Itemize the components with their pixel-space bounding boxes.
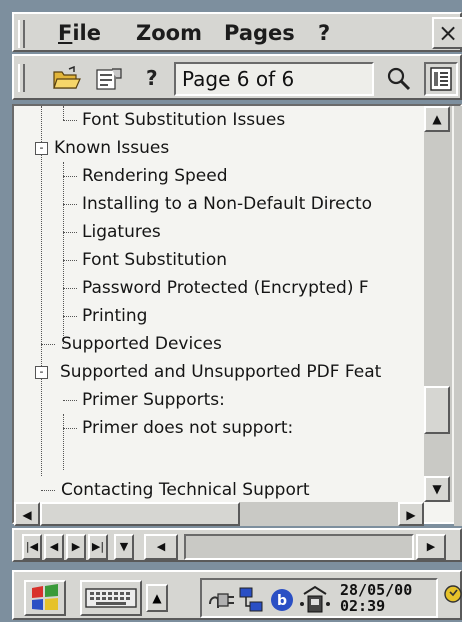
clock[interactable]: 28/05/00 02:39 — [340, 582, 412, 614]
tree-connector — [63, 106, 64, 120]
horizontal-scroll-thumb[interactable] — [40, 502, 240, 526]
clock-date: 28/05/00 — [340, 581, 413, 599]
menu-file[interactable]: File — [54, 21, 105, 45]
last-page-icon: ▶| — [91, 540, 105, 553]
toolbar-grip[interactable] — [18, 64, 25, 92]
open-button[interactable] — [52, 65, 82, 92]
first-page-icon: |◀ — [25, 540, 39, 553]
arrow-right-icon: ▶ — [426, 540, 436, 553]
tree-item-primer-not-support[interactable]: Primer does not support: — [63, 414, 293, 442]
page-menu-dropdown[interactable]: ▼ — [114, 534, 134, 560]
keyboard-icon — [85, 588, 137, 608]
menu-pages[interactable]: Pages — [220, 21, 299, 45]
outline-view-button[interactable] — [424, 62, 458, 96]
tree-item-primer-supports[interactable]: Primer Supports: — [63, 386, 225, 414]
next-page-icon: ▶ — [71, 540, 81, 553]
desktop-shortcut-icon — [444, 585, 462, 603]
bluetooth-icon[interactable]: b — [270, 588, 294, 612]
collapse-icon[interactable]: - — [35, 366, 48, 379]
arrow-up-icon: ▲ — [432, 112, 442, 126]
collapse-icon[interactable]: - — [35, 142, 48, 155]
arrow-up-icon: ▲ — [152, 591, 162, 605]
toolbar: ? Page 6 of 6 — [12, 54, 462, 100]
close-button[interactable]: × — [432, 17, 462, 49]
last-page-button[interactable]: ▶| — [88, 534, 108, 560]
windows-flag-icon — [32, 584, 58, 610]
system-tray: b 28/05/00 02:39 — [200, 578, 438, 618]
first-page-button[interactable]: |◀ — [22, 534, 42, 560]
bookmarks-tree[interactable]: Font Substitution Issues - Known Issues … — [14, 106, 424, 502]
scroll-up-button[interactable]: ▲ — [424, 106, 450, 132]
tray-overflow-button[interactable] — [442, 578, 462, 618]
power-plug-icon[interactable] — [206, 586, 236, 614]
input-panel-menu-button[interactable]: ▲ — [146, 584, 168, 612]
tree-item-password-protected[interactable]: Password Protected (Encrypted) F — [63, 274, 369, 302]
tree-item-font-substitution[interactable]: Font Substitution — [63, 246, 227, 274]
page-status-field[interactable]: Page 6 of 6 — [174, 62, 374, 96]
close-icon: × — [437, 19, 459, 47]
vertical-scrollbar[interactable]: ▲ ▼ — [424, 106, 452, 502]
scroll-left-button[interactable]: ◀ — [14, 502, 40, 526]
tree-item-supported-devices[interactable]: Supported Devices — [41, 330, 222, 358]
arrow-right-icon: ▶ — [406, 508, 416, 522]
clock-time: 02:39 — [340, 597, 386, 615]
tree-item-printing[interactable]: Printing — [63, 302, 147, 330]
tree-item-ligatures[interactable]: Ligatures — [63, 218, 161, 246]
nav-scroll-left-button[interactable]: ◀ — [144, 534, 178, 560]
nav-scroll-right-button[interactable]: ▶ — [416, 534, 446, 560]
properties-icon — [96, 68, 122, 90]
tree-item-font-substitution-issues[interactable]: Font Substitution Issues — [63, 106, 285, 134]
svg-text:b: b — [277, 593, 287, 609]
previous-page-button[interactable]: ◀ — [44, 534, 64, 560]
tree-connector — [63, 414, 64, 470]
arrow-left-icon: ◀ — [22, 508, 32, 522]
activesync-icon[interactable] — [298, 584, 332, 616]
magnifier-icon — [387, 67, 411, 91]
properties-button[interactable] — [94, 66, 124, 92]
tree-item-installing[interactable]: Installing to a Non-Default Directo — [63, 190, 372, 218]
menubar-grip[interactable] — [18, 20, 25, 48]
menu-help[interactable]: ? — [314, 21, 334, 45]
document-edge-strip — [454, 106, 462, 526]
menu-bar: File Zoom Pages ? × — [12, 12, 462, 52]
tree-item-rendering-speed[interactable]: Rendering Speed — [63, 162, 228, 190]
arrow-down-icon: ▼ — [432, 482, 442, 496]
taskbar: ▲ b 28/05/00 02:39 — [12, 570, 462, 620]
previous-page-icon: ◀ — [49, 540, 59, 553]
scroll-right-button[interactable]: ▶ — [398, 502, 424, 526]
page-status-text: Page 6 of 6 — [182, 67, 295, 91]
outline-view-icon — [430, 67, 452, 91]
connection-icon[interactable] — [238, 586, 266, 614]
menu-zoom[interactable]: Zoom — [132, 21, 206, 45]
scroll-down-button[interactable]: ▼ — [424, 476, 450, 502]
next-page-button[interactable]: ▶ — [66, 534, 86, 560]
arrow-left-icon: ◀ — [156, 540, 166, 553]
start-button[interactable] — [24, 580, 66, 616]
find-button[interactable] — [384, 64, 414, 94]
chevron-down-icon: ▼ — [119, 540, 129, 553]
help-button[interactable]: ? — [146, 66, 158, 90]
tree-item-technical-support[interactable]: Contacting Technical Support — [41, 476, 310, 502]
tree-item-supported-unsupported[interactable]: - Supported and Unsupported PDF Feat — [30, 358, 381, 386]
vertical-scroll-thumb[interactable] — [424, 386, 450, 434]
horizontal-scrollbar[interactable]: ◀ ▶ — [14, 502, 424, 526]
page-scroll-track[interactable] — [184, 534, 414, 560]
page-navigation-bar: |◀ ◀ ▶ ▶| ▼ ◀ ▶ — [12, 528, 462, 562]
tree-item-known-issues[interactable]: - Known Issues — [30, 134, 169, 162]
bookmarks-tree-panel: Font Substitution Issues - Known Issues … — [12, 104, 462, 526]
input-panel-button[interactable] — [80, 580, 142, 616]
open-folder-icon — [53, 65, 81, 89]
